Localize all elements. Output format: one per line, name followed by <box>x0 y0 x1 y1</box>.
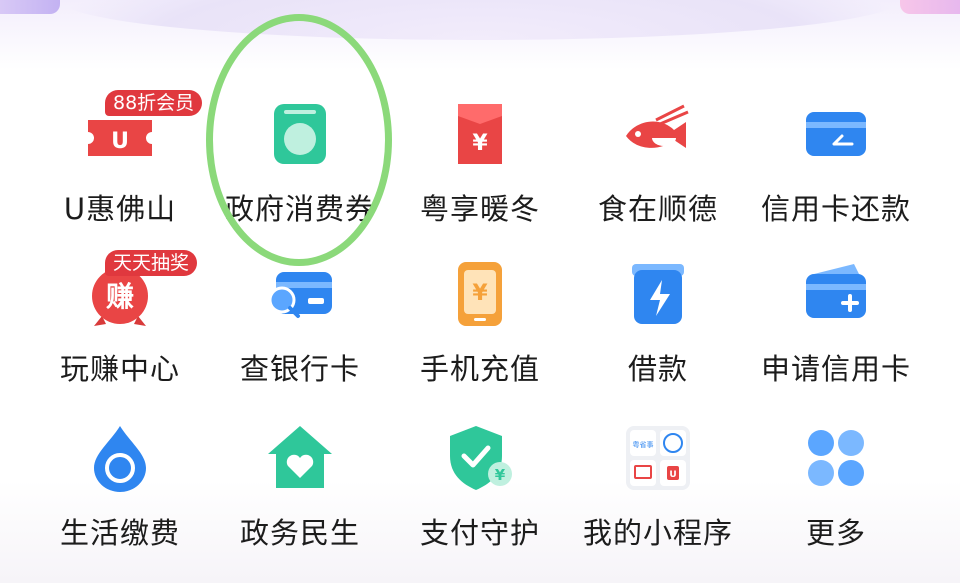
grid-item-label: U惠佛山 <box>63 192 177 226</box>
grid-item-label: 支付守护 <box>419 516 540 550</box>
grid-item-food-shunde[interactable]: 食在顺德 <box>568 78 748 228</box>
mini-programs-icon: 粤省事 U <box>626 426 690 490</box>
grid-item-label: 借款 <box>627 352 688 386</box>
svg-text:粤省事: 粤省事 <box>633 440 654 449</box>
grid-item-label: 政府消费券 <box>224 192 375 226</box>
grid-item-label: 食在顺德 <box>597 192 718 226</box>
grid-item-more[interactable]: 更多 <box>746 402 926 552</box>
svg-text:¥: ¥ <box>472 131 488 156</box>
svg-text:U: U <box>111 129 129 154</box>
service-grid: U 88折会员 U惠佛山 政府消费券 ¥ 粤享暖冬 食在顺德 信用卡还款 赚 天… <box>0 0 960 583</box>
fish-chopsticks-icon <box>626 104 689 148</box>
grid-item-label: 玩赚中心 <box>59 352 180 386</box>
grid-item-label: 申请信用卡 <box>760 352 911 386</box>
grid-item-label: 更多 <box>805 516 866 550</box>
apply-credit-card-icon <box>806 264 866 318</box>
svg-text:赚: 赚 <box>106 280 134 313</box>
svg-text:U: U <box>669 470 676 480</box>
lottery-badge: 天天抽奖 <box>105 250 198 276</box>
bank-card-search-icon <box>268 272 332 318</box>
washing-machine-icon <box>274 104 326 164</box>
phone-topup-icon: ¥ <box>458 262 502 326</box>
grid-item-label: 我的小程序 <box>582 516 733 550</box>
grid-item-label: 生活缴费 <box>59 516 180 550</box>
grid-item-gov-coupon[interactable]: 政府消费券 <box>210 78 390 228</box>
grid-item-payment-guard[interactable]: ¥ 支付守护 <box>390 402 570 552</box>
grid-item-check-bank-card[interactable]: 查银行卡 <box>210 238 390 388</box>
credit-card-repay-icon <box>806 112 866 156</box>
grid-item-yue-warm-winter[interactable]: ¥ 粤享暖冬 <box>390 78 570 228</box>
member-badge: 88折会员 <box>105 90 203 116</box>
loan-lightning-icon <box>632 264 684 324</box>
grid-item-u-hui-foshan[interactable]: U 88折会员 U惠佛山 <box>30 78 210 228</box>
grid-item-label: 政务民生 <box>239 516 360 550</box>
grid-item-label: 粤享暖冬 <box>419 192 540 226</box>
water-drop-icon <box>94 426 146 492</box>
grid-item-loan[interactable]: 借款 <box>568 238 748 388</box>
red-envelope-icon: ¥ <box>458 104 502 164</box>
shield-check-icon: ¥ <box>450 426 512 490</box>
grid-item-label: 查银行卡 <box>239 352 360 386</box>
svg-text:¥: ¥ <box>472 281 488 306</box>
grid-item-label: 手机充值 <box>419 352 540 386</box>
grid-item-gov-services[interactable]: 政务民生 <box>210 402 390 552</box>
grid-item-credit-repay[interactable]: 信用卡还款 <box>746 78 926 228</box>
clover-more-icon <box>808 430 864 486</box>
grid-item-utility-payment[interactable]: 生活缴费 <box>30 402 210 552</box>
house-heart-icon <box>268 426 332 488</box>
grid-item-label: 信用卡还款 <box>760 192 911 226</box>
grid-item-earn-center[interactable]: 赚 天天抽奖 玩赚中心 <box>30 238 210 388</box>
svg-text:¥: ¥ <box>495 466 506 484</box>
grid-item-my-mini-programs[interactable]: 粤省事 U 我的小程序 <box>568 402 748 552</box>
grid-item-apply-credit-card[interactable]: 申请信用卡 <box>746 238 926 388</box>
grid-item-phone-topup[interactable]: ¥ 手机充值 <box>390 238 570 388</box>
